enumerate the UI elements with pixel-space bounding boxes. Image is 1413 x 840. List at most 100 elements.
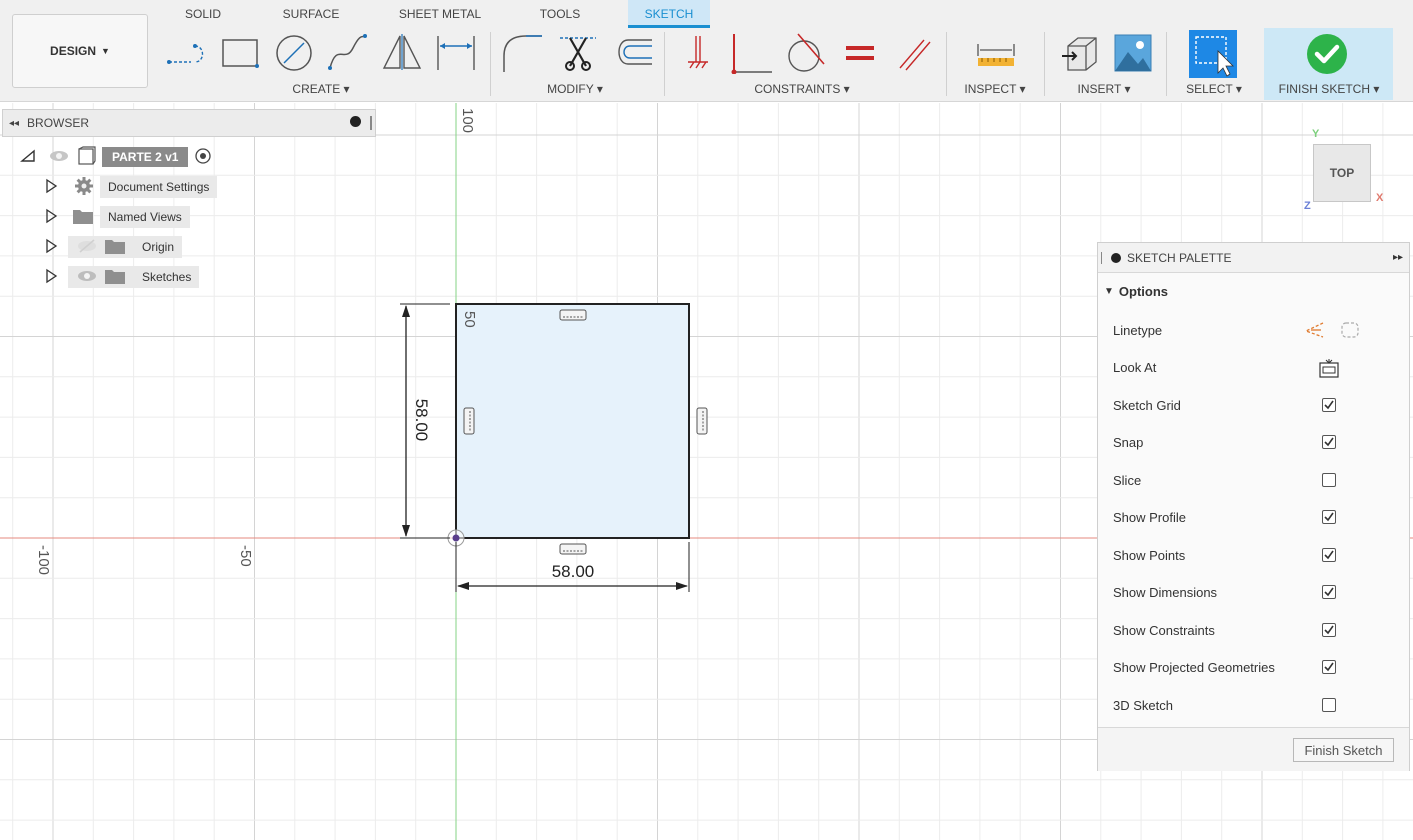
circle-icon[interactable]: [272, 32, 316, 72]
vertical-dimension-value[interactable]: 58.00: [411, 394, 431, 446]
folder-icon: [104, 237, 126, 258]
viewcube-face-label: TOP: [1329, 166, 1355, 180]
coincident-icon[interactable]: [728, 32, 774, 74]
select-icon[interactable]: [1188, 29, 1238, 79]
browser-pin-icon[interactable]: [350, 116, 361, 127]
browser-item-document-settings[interactable]: Document Settings: [44, 175, 218, 199]
show-profile-checkbox[interactable]: [1322, 510, 1336, 524]
insert-menu-label: INSERT: [1077, 82, 1122, 96]
show-projected-geometries-checkbox[interactable]: [1322, 660, 1336, 674]
centerline-linetype-icon[interactable]: [1339, 320, 1361, 343]
tangent-icon[interactable]: [782, 32, 830, 74]
tab-sketch[interactable]: SKETCH: [628, 0, 710, 28]
separator: [664, 32, 665, 96]
create-menu[interactable]: CREATE ▾: [276, 82, 366, 98]
finish-sketch-menu-label: FINISH SKETCH: [1278, 82, 1370, 96]
pin-icon[interactable]: [1111, 252, 1121, 263]
browser-resize-handle[interactable]: [370, 116, 372, 130]
eye-icon[interactable]: [48, 149, 70, 166]
option-show-dimensions: Show Dimensions: [1113, 574, 1403, 610]
modify-menu[interactable]: MODIFY ▾: [530, 82, 620, 98]
ruler-label-xneg100: -100: [35, 545, 52, 576]
option-label: Show Constraints: [1113, 622, 1215, 638]
parallel-icon[interactable]: [892, 32, 936, 74]
insert-image-icon[interactable]: [1112, 32, 1154, 74]
construction-linetype-icon[interactable]: [1303, 320, 1325, 343]
look-at-icon[interactable]: [1318, 357, 1340, 382]
show-constraints-checkbox[interactable]: [1322, 623, 1336, 637]
viewcube[interactable]: TOP: [1313, 144, 1371, 202]
snap-checkbox[interactable]: [1322, 435, 1336, 449]
expand-arrow-icon[interactable]: [44, 268, 58, 287]
option-look-at: Look At: [1113, 349, 1403, 385]
expand-triangle-icon[interactable]: [20, 149, 38, 166]
browser-panel-header[interactable]: ◂◂ BROWSER: [2, 109, 376, 137]
vertical-constraint-icon[interactable]: [463, 407, 475, 435]
measure-icon[interactable]: [972, 36, 1020, 72]
browser-item-origin-chip: Origin: [68, 236, 183, 258]
line-icon[interactable]: [165, 32, 209, 72]
separator: [946, 32, 947, 96]
3d-sketch-checkbox[interactable]: [1322, 698, 1336, 712]
expand-arrow-icon[interactable]: [44, 178, 58, 197]
show-dimensions-checkbox[interactable]: [1322, 585, 1336, 599]
slice-checkbox[interactable]: [1322, 473, 1336, 487]
select-menu[interactable]: SELECT ▾: [1174, 82, 1254, 98]
browser-root-row[interactable]: PARTE 2 v1: [20, 145, 212, 169]
browser-item-sketches[interactable]: Sketches: [44, 265, 200, 289]
trim-icon[interactable]: [556, 32, 600, 72]
collapse-left-icon[interactable]: ◂◂: [9, 118, 19, 129]
option-sketch-grid: Sketch Grid: [1113, 387, 1403, 423]
eye-icon[interactable]: [76, 269, 98, 286]
horizontal-dimension-value[interactable]: 58.00: [549, 562, 597, 582]
tab-solid[interactable]: SOLID: [170, 0, 236, 28]
fix-icon[interactable]: [680, 32, 716, 72]
folder-icon: [72, 207, 94, 228]
inspect-menu[interactable]: INSPECT ▾: [952, 82, 1038, 98]
finish-sketch-menu[interactable]: FINISH SKETCH ▾: [1266, 82, 1392, 98]
rectangle-profile[interactable]: [455, 303, 690, 539]
insert-menu[interactable]: INSERT ▾: [1064, 82, 1144, 98]
constraints-menu[interactable]: CONSTRAINTS ▾: [742, 82, 862, 98]
insert-derive-icon[interactable]: [1058, 32, 1102, 74]
options-section-header[interactable]: ▼ Options: [1098, 273, 1409, 309]
component-icon: [76, 145, 96, 169]
show-points-checkbox[interactable]: [1322, 548, 1336, 562]
separator: [490, 32, 491, 96]
sketch-palette: SKETCH PALETTE ▸▸ ▼ Options Linetype Loo…: [1097, 242, 1410, 771]
option-label: Show Projected Geometries: [1113, 659, 1275, 675]
browser-root-label[interactable]: PARTE 2 v1: [102, 147, 189, 167]
expand-right-icon[interactable]: ▸▸: [1393, 252, 1403, 263]
sketch-grid-checkbox[interactable]: [1322, 398, 1336, 412]
option-show-constraints: Show Constraints: [1113, 612, 1403, 648]
mirror-icon[interactable]: [380, 32, 424, 72]
activate-radio-icon[interactable]: [194, 147, 212, 168]
tab-surface[interactable]: SURFACE: [268, 0, 354, 28]
finish-sketch-button[interactable]: Finish Sketch: [1293, 738, 1394, 762]
spline-icon[interactable]: [325, 32, 369, 72]
browser-item-origin[interactable]: Origin: [44, 235, 183, 259]
resize-handle[interactable]: [1101, 251, 1103, 264]
tab-sheet-metal[interactable]: SHEET METAL: [388, 0, 492, 28]
expand-arrow-icon[interactable]: [44, 238, 58, 257]
sketch-palette-footer: Finish Sketch: [1098, 727, 1409, 771]
fillet-icon[interactable]: [498, 32, 544, 72]
rectangle-icon[interactable]: [218, 32, 262, 72]
dimension-icon[interactable]: [432, 32, 480, 72]
vertical-constraint-icon[interactable]: [696, 407, 708, 435]
expand-arrow-icon[interactable]: [44, 208, 58, 227]
finish-check-icon[interactable]: [1306, 33, 1348, 75]
eye-hidden-icon[interactable]: [76, 238, 98, 256]
offset-icon[interactable]: [608, 32, 656, 72]
sketch-palette-header[interactable]: SKETCH PALETTE ▸▸: [1098, 243, 1409, 273]
option-label: Show Points: [1113, 547, 1186, 563]
modify-menu-label: MODIFY: [547, 82, 594, 96]
horizontal-constraint-icon[interactable]: [559, 543, 587, 555]
option-label: Slice: [1113, 472, 1142, 488]
equal-icon[interactable]: [840, 32, 880, 74]
browser-item-named-views[interactable]: Named Views: [44, 205, 190, 229]
browser-item-label: Document Settings: [100, 176, 218, 198]
workspace-switcher-button[interactable]: DESIGN ▼: [12, 14, 148, 88]
horizontal-constraint-icon[interactable]: [559, 309, 587, 321]
tab-tools[interactable]: TOOLS: [526, 0, 594, 28]
